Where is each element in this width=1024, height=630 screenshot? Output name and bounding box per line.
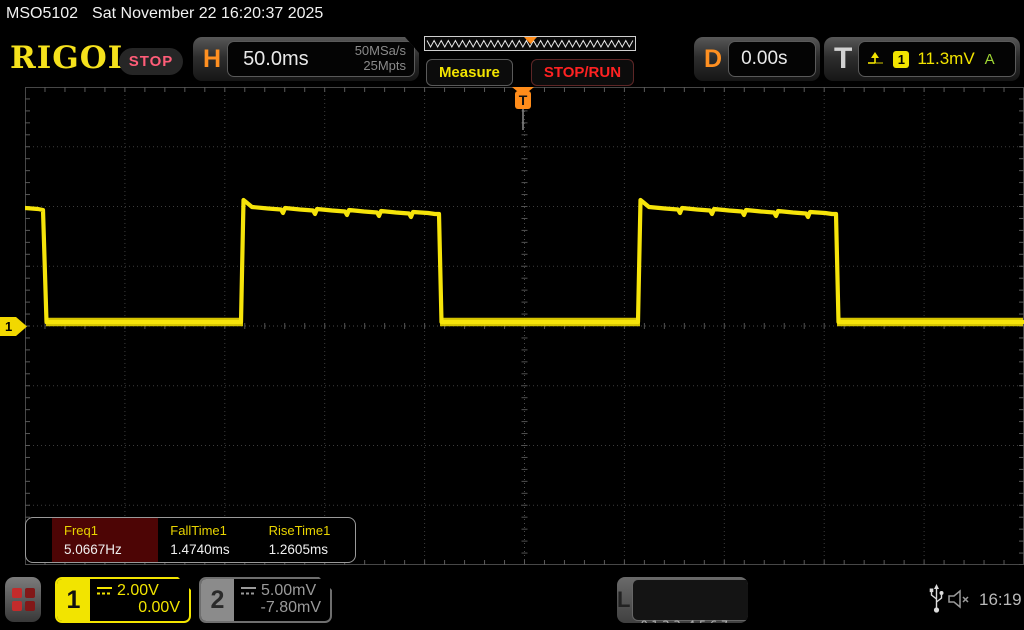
delay-value: 0.00s xyxy=(741,48,788,69)
trigger-mode-auto: A xyxy=(984,50,995,68)
oscilloscope-screen: MSO5102 Sat November 22 16:20:37 2025 RIG… xyxy=(0,0,1024,630)
delay-label: D xyxy=(704,44,723,73)
windows-menu-icon[interactable] xyxy=(5,577,41,622)
measurement-results-panel[interactable]: Freq1 5.0667Hz FallTime1 1.4740ms RiseTi… xyxy=(25,517,356,563)
model-name: MSO5102 xyxy=(6,5,79,22)
delay-panel[interactable]: D 0.00s xyxy=(694,37,820,81)
trigger-position-marker[interactable]: T xyxy=(511,86,535,132)
horizontal-label: H xyxy=(203,44,222,73)
channel1-ground-marker[interactable]: 1 xyxy=(0,317,27,336)
logic-row-1: 0 1 2 3 4 5 6 7 xyxy=(640,617,748,623)
horizontal-inner-box: 50.0ms 50MSa/s 25Mpts xyxy=(227,41,415,77)
waveform-preview-strip[interactable] xyxy=(424,36,636,51)
datetime-text: Sat November 22 16:20:37 2025 xyxy=(92,5,324,22)
measurement-label: Freq1 xyxy=(64,523,98,538)
logic-analyzer-pill[interactable]: L 0 1 2 3 4 5 6 7 8 9 1011 12131415 xyxy=(617,577,748,623)
trigger-label: T xyxy=(834,42,853,75)
trigger-panel[interactable]: T 1 11.3mV A xyxy=(824,37,1020,81)
dc-coupling-icon xyxy=(96,586,113,596)
horizontal-panel[interactable]: H 50.0ms 50MSa/s 25Mpts xyxy=(193,37,419,81)
stop-run-button[interactable]: STOP/RUN xyxy=(530,59,635,86)
measurement-item-risetime[interactable]: RiseTime1 1.2605ms xyxy=(257,518,355,562)
delay-inner-box: 0.00s xyxy=(728,41,816,77)
trigger-inner-box: 1 11.3mV A xyxy=(858,41,1016,77)
logic-channel-list: 0 1 2 3 4 5 6 7 8 9 1011 12131415 xyxy=(632,579,748,623)
channel1-offset: 0.00V xyxy=(138,599,180,616)
sample-rate: 50MSa/s xyxy=(354,43,406,59)
topbar: MSO5102 Sat November 22 16:20:37 2025 xyxy=(6,5,323,23)
speaker-muted-icon xyxy=(948,589,969,609)
trigger-source-chip: 1 xyxy=(893,50,910,68)
channel1-status-pill[interactable]: 1 2.00V 0.00V xyxy=(55,577,191,623)
measurement-value: 1.4740ms xyxy=(170,542,230,557)
channel1-scale: 2.00V xyxy=(117,582,159,599)
windows-grid-icon xyxy=(11,588,35,611)
channel2-status-pill[interactable]: 2 5.00mV -7.80mV xyxy=(199,577,332,623)
rising-edge-trigger-icon xyxy=(868,52,884,64)
memory-depth: 25Mpts xyxy=(363,58,406,73)
trigger-level-value: 11.3mV xyxy=(917,49,975,68)
measurement-item-falltime[interactable]: FallTime1 1.4740ms xyxy=(158,518,256,562)
trigger-marker-letter: T xyxy=(519,92,528,108)
measurement-item-freq[interactable]: Freq1 5.0667Hz xyxy=(52,518,159,562)
channel2-number: 2 xyxy=(201,579,234,621)
usb-icon xyxy=(929,584,944,613)
measure-button[interactable]: Measure xyxy=(425,59,513,86)
measurement-label: RiseTime1 xyxy=(268,523,331,538)
measurement-label: FallTime1 xyxy=(170,523,227,538)
rigol-logo: RIGOL xyxy=(10,40,131,76)
header-center: Measure STOP/RUN xyxy=(424,36,636,86)
channel2-offset: -7.80mV xyxy=(260,599,321,616)
graticule xyxy=(25,87,1024,565)
win-square xyxy=(24,601,35,611)
measurement-value: 1.2605ms xyxy=(268,542,328,557)
measurement-value: 5.0667Hz xyxy=(64,542,122,557)
win-square xyxy=(24,588,35,598)
channel1-values: 2.00V 0.00V xyxy=(90,579,189,621)
win-square xyxy=(11,601,22,611)
acquisition-rates: 50MSa/s 25Mpts xyxy=(355,44,406,74)
channel1-number: 1 xyxy=(57,579,90,621)
logic-analyzer-label: L xyxy=(617,587,631,612)
win-square xyxy=(11,588,22,598)
channel2-scale: 5.00mV xyxy=(261,582,317,599)
timebase-value: 50.0ms xyxy=(243,47,309,70)
dc-coupling-icon xyxy=(240,586,257,596)
run-state-badge: STOP xyxy=(119,48,183,75)
channel2-values: 5.00mV -7.80mV xyxy=(234,579,330,621)
clock: 16:19 xyxy=(979,590,1022,609)
header-buttons: Measure STOP/RUN xyxy=(424,59,636,86)
